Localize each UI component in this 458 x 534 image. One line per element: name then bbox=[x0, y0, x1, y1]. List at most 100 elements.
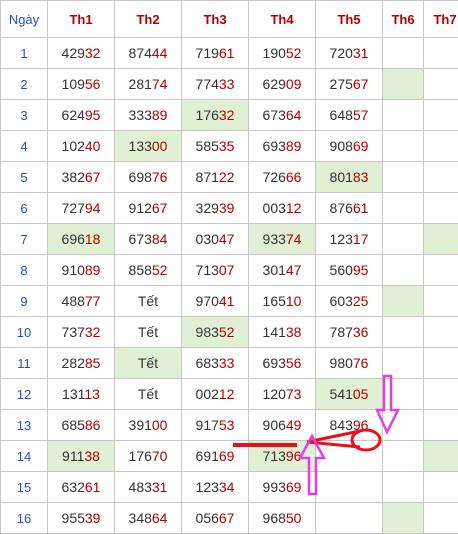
number-tail: 36 bbox=[353, 324, 369, 340]
result-cell-th1: 42932 bbox=[48, 38, 115, 69]
number-head: 876 bbox=[330, 200, 353, 216]
result-cell-th1: 38267 bbox=[48, 162, 115, 193]
number-tail: 40 bbox=[85, 138, 101, 154]
result-cell-th6 bbox=[383, 69, 424, 100]
result-cell-th7 bbox=[424, 162, 458, 193]
header-day: Ngày bbox=[1, 1, 48, 38]
result-cell-th4: 30147 bbox=[249, 255, 316, 286]
table-row: 21095628174774336290927567 bbox=[1, 69, 458, 100]
table-row: 1073732Tết983521413878736 bbox=[1, 317, 458, 348]
number-tail: 32 bbox=[85, 324, 101, 340]
number-tail: 05 bbox=[353, 386, 369, 402]
number-head: 585 bbox=[196, 138, 219, 154]
number-head: 906 bbox=[263, 417, 286, 433]
result-cell-th1: 10956 bbox=[48, 69, 115, 100]
result-cell-th4: 00312 bbox=[249, 193, 316, 224]
result-cell-th4: 96850 bbox=[249, 503, 316, 534]
number-tail: 69 bbox=[353, 138, 369, 154]
result-cell-th4: 69389 bbox=[249, 131, 316, 162]
table-row: 89108985852713073014756095 bbox=[1, 255, 458, 286]
number-head: 056 bbox=[196, 510, 219, 526]
header-th6: Th6 bbox=[383, 1, 424, 38]
result-cell-th7 bbox=[424, 69, 458, 100]
result-cell-th1: 28285 bbox=[48, 348, 115, 379]
number-head: 698 bbox=[129, 169, 152, 185]
number-tail: 96 bbox=[286, 448, 302, 464]
number-head: 560 bbox=[330, 262, 353, 278]
number-head: 030 bbox=[196, 231, 219, 247]
result-cell-th6 bbox=[383, 348, 424, 379]
number-head: 141 bbox=[263, 324, 286, 340]
result-cell-th1: 48877 bbox=[48, 286, 115, 317]
number-tail: 22 bbox=[219, 169, 235, 185]
number-head: 176 bbox=[129, 448, 152, 464]
number-tail: 74 bbox=[286, 231, 302, 247]
result-cell-th2: 28174 bbox=[115, 69, 182, 100]
table-header: Ngày Th1 Th2 Th3 Th4 Th5 Th6 Th7 bbox=[1, 1, 458, 38]
number-tail: 39 bbox=[219, 200, 235, 216]
result-cell-th3: 71961 bbox=[182, 38, 249, 69]
number-tail: 50 bbox=[286, 510, 302, 526]
result-cell-th2: Tết bbox=[115, 348, 182, 379]
result-cell-th7 bbox=[424, 131, 458, 162]
number-tail: 70 bbox=[152, 448, 168, 464]
number-head: 348 bbox=[129, 510, 152, 526]
result-cell-th5: 84396 bbox=[316, 410, 383, 441]
number-tail: 67 bbox=[152, 200, 168, 216]
result-cell-th2: 67384 bbox=[115, 224, 182, 255]
result-cell-th7 bbox=[424, 472, 458, 503]
number-head: 301 bbox=[263, 262, 286, 278]
number-head: 102 bbox=[62, 138, 85, 154]
number-tail: 39 bbox=[85, 510, 101, 526]
result-cell-th1: 72794 bbox=[48, 193, 115, 224]
number-head: 874 bbox=[129, 45, 152, 61]
number-head: Tết bbox=[138, 355, 158, 371]
number-head: 911 bbox=[62, 448, 84, 464]
number-tail: 96 bbox=[353, 417, 369, 433]
number-head: 955 bbox=[62, 510, 85, 526]
result-cell-th6 bbox=[383, 100, 424, 131]
table-row: 1213113Tết002121207354105 bbox=[1, 379, 458, 410]
number-head: 696 bbox=[62, 231, 85, 247]
number-tail: 38 bbox=[84, 448, 100, 464]
day-cell: 5 bbox=[1, 162, 48, 193]
number-tail: 85 bbox=[85, 355, 101, 371]
header-th5: Th5 bbox=[316, 1, 383, 38]
number-head: 131 bbox=[62, 386, 84, 402]
number-tail: 61 bbox=[85, 479, 101, 495]
number-head: Tết bbox=[138, 386, 158, 402]
result-cell-th6 bbox=[383, 162, 424, 193]
result-cell-th5: 27567 bbox=[316, 69, 383, 100]
table-row: 1695539348640566796850 bbox=[1, 503, 458, 534]
number-tail: 89 bbox=[85, 262, 101, 278]
result-cell-th4: 72666 bbox=[249, 162, 316, 193]
number-head: Tết bbox=[138, 293, 158, 309]
lottery-results-table: Ngày Th1 Th2 Th3 Th4 Th5 Th6 Th7 1429328… bbox=[0, 0, 458, 534]
number-head: 713 bbox=[196, 262, 219, 278]
result-cell-th2: 34864 bbox=[115, 503, 182, 534]
result-cell-th4: 69356 bbox=[249, 348, 316, 379]
header-th2: Th2 bbox=[115, 1, 182, 38]
result-cell-th5: 60325 bbox=[316, 286, 383, 317]
day-cell: 10 bbox=[1, 317, 48, 348]
number-tail: 56 bbox=[85, 76, 101, 92]
number-head: 691 bbox=[196, 448, 219, 464]
result-cell-th6 bbox=[383, 379, 424, 410]
table-row: 53826769876871227266680183 bbox=[1, 162, 458, 193]
result-cell-th7 bbox=[424, 503, 458, 534]
result-cell-th3: 98352 bbox=[182, 317, 249, 348]
result-cell-th7 bbox=[424, 224, 458, 255]
result-cell-th6 bbox=[383, 38, 424, 69]
result-cell-th2: 85852 bbox=[115, 255, 182, 286]
number-head: 673 bbox=[263, 107, 286, 123]
number-head: 123 bbox=[330, 231, 353, 247]
number-head: 629 bbox=[263, 76, 286, 92]
number-tail: 33 bbox=[219, 76, 235, 92]
number-tail: 00 bbox=[152, 417, 168, 433]
result-cell-th2: Tết bbox=[115, 379, 182, 410]
result-cell-th2: 17670 bbox=[115, 441, 182, 472]
result-cell-th3: 05667 bbox=[182, 503, 249, 534]
result-cell-th2: 87444 bbox=[115, 38, 182, 69]
number-tail: 77 bbox=[85, 293, 101, 309]
number-tail: 44 bbox=[152, 45, 168, 61]
